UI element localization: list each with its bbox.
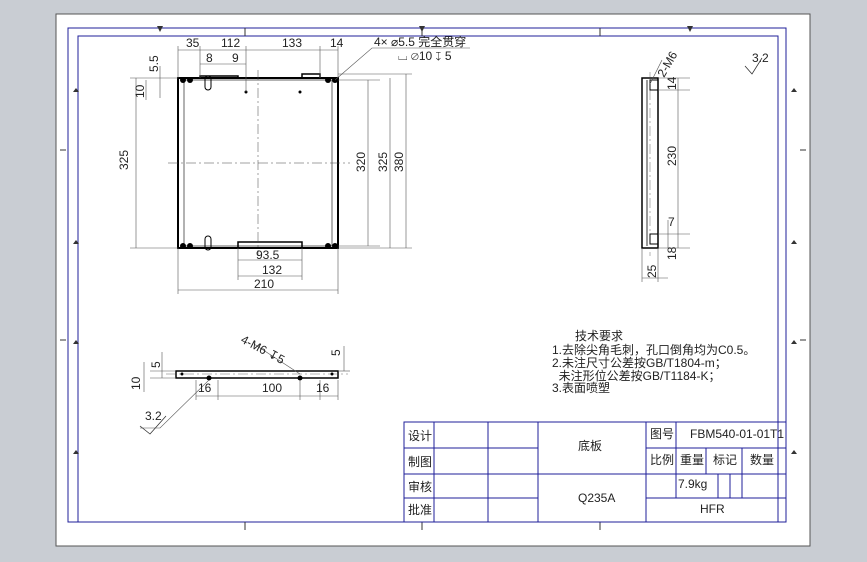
approve-label: 批准 bbox=[408, 502, 432, 517]
bottom-dim-16-left: 16 bbox=[198, 381, 212, 395]
mark-label: 标记 bbox=[713, 453, 737, 467]
drawing-sheet: 35 112 133 14 8 9 5.5 10 325 320 325 380… bbox=[55, 13, 811, 547]
side-dim-230: 230 bbox=[665, 146, 679, 166]
side-dim-7: 7 bbox=[668, 215, 675, 229]
plan-dim-93-5: 93.5 bbox=[256, 248, 280, 262]
plan-dim-14: 14 bbox=[330, 36, 344, 50]
part-name: 底板 bbox=[578, 438, 602, 453]
note-2: 2.未注尺寸公差按GB/T1804-m； bbox=[552, 355, 727, 370]
plan-dim-325-right: 325 bbox=[376, 152, 390, 172]
bottom-dim-100: 100 bbox=[262, 381, 282, 395]
weight-label: 重量 bbox=[680, 453, 704, 467]
draw-label: 制图 bbox=[408, 455, 432, 469]
hole-callout-line1: 4× ⌀5.5 完全贯穿 bbox=[374, 34, 466, 49]
side-dim-18: 18 bbox=[665, 246, 679, 260]
roughness-value: 3.2 bbox=[752, 51, 769, 65]
plan-dim-325-left: 325 bbox=[117, 150, 131, 170]
bottom-dim-10: 10 bbox=[129, 376, 143, 390]
bottom-dim-5-right: 5 bbox=[329, 349, 343, 356]
scale-label: 比例 bbox=[650, 453, 674, 467]
plan-dim-132: 132 bbox=[262, 263, 282, 277]
check-label: 审核 bbox=[408, 479, 432, 494]
bottom-roughness-value: 3.2 bbox=[145, 409, 162, 423]
plan-dim-112: 112 bbox=[221, 36, 240, 50]
weight-value: 7.9kg bbox=[678, 477, 707, 491]
plan-dim-320: 320 bbox=[354, 152, 368, 172]
side-dim-14: 14 bbox=[665, 76, 679, 90]
plan-dim-10: 10 bbox=[133, 84, 147, 98]
plan-dim-5-5: 5.5 bbox=[147, 55, 161, 72]
side-dim-25: 25 bbox=[645, 264, 659, 278]
plan-dim-380: 380 bbox=[392, 152, 406, 172]
bottom-dim-5-left: 5 bbox=[149, 361, 163, 368]
hole-callout-line2: ⌴ ⌀10 ↧ 5 bbox=[398, 49, 452, 63]
note-4: 3.表面喷塑 bbox=[552, 380, 610, 395]
bottom-dim-16-right: 16 bbox=[316, 381, 330, 395]
plan-dim-133: 133 bbox=[282, 36, 302, 50]
notes-title: 技术要求 bbox=[575, 329, 623, 343]
company: HFR bbox=[700, 502, 725, 516]
qty-label: 数量 bbox=[750, 452, 774, 467]
plan-dim-210: 210 bbox=[254, 277, 274, 291]
note-1: 1.去除尖角毛刺，孔口倒角均为C0.5。 bbox=[552, 342, 755, 357]
plan-dim-35: 35 bbox=[186, 36, 200, 50]
plan-dim-8: 8 bbox=[206, 51, 213, 65]
design-label: 设计 bbox=[408, 429, 432, 443]
drawing-no: FBM540-01-01T1 bbox=[690, 427, 784, 441]
material: Q235A bbox=[578, 491, 615, 505]
drawing-no-label: 图号 bbox=[650, 427, 674, 441]
plan-dim-9: 9 bbox=[232, 51, 239, 65]
